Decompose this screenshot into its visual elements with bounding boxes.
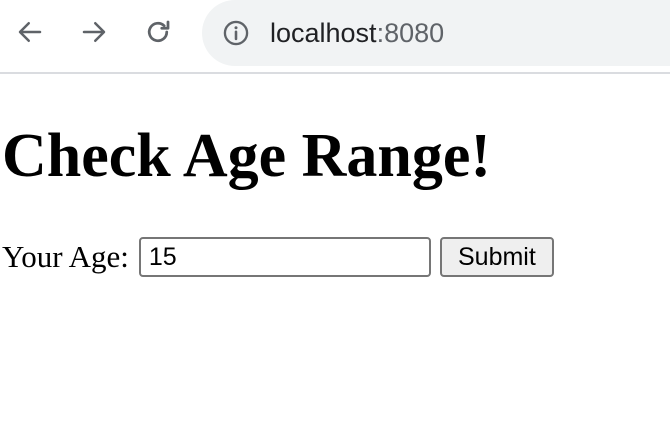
age-form: Your Age: Submit bbox=[2, 236, 554, 278]
submit-button[interactable]: Submit bbox=[439, 237, 554, 277]
page-title: Check Age Range! bbox=[2, 122, 492, 190]
age-input[interactable] bbox=[138, 237, 431, 277]
arrow-left-icon bbox=[18, 22, 42, 42]
url-host: localhost bbox=[270, 18, 377, 48]
age-label: Your Age: bbox=[2, 239, 129, 274]
address-bar[interactable]: localhost:8080 bbox=[202, 0, 670, 66]
info-circle-icon bbox=[223, 20, 249, 46]
url-text[interactable]: localhost:8080 bbox=[270, 14, 444, 52]
browser-toolbar: localhost:8080 bbox=[0, 0, 670, 74]
page-content: Check Age Range! Your Age: Submit bbox=[0, 76, 670, 434]
back-button[interactable] bbox=[12, 14, 48, 50]
site-info-button[interactable] bbox=[222, 19, 250, 47]
arrow-right-icon bbox=[82, 22, 106, 42]
reload-icon bbox=[147, 20, 170, 43]
reload-button[interactable] bbox=[140, 14, 176, 50]
forward-button[interactable] bbox=[76, 14, 112, 50]
url-port: :8080 bbox=[376, 18, 445, 48]
